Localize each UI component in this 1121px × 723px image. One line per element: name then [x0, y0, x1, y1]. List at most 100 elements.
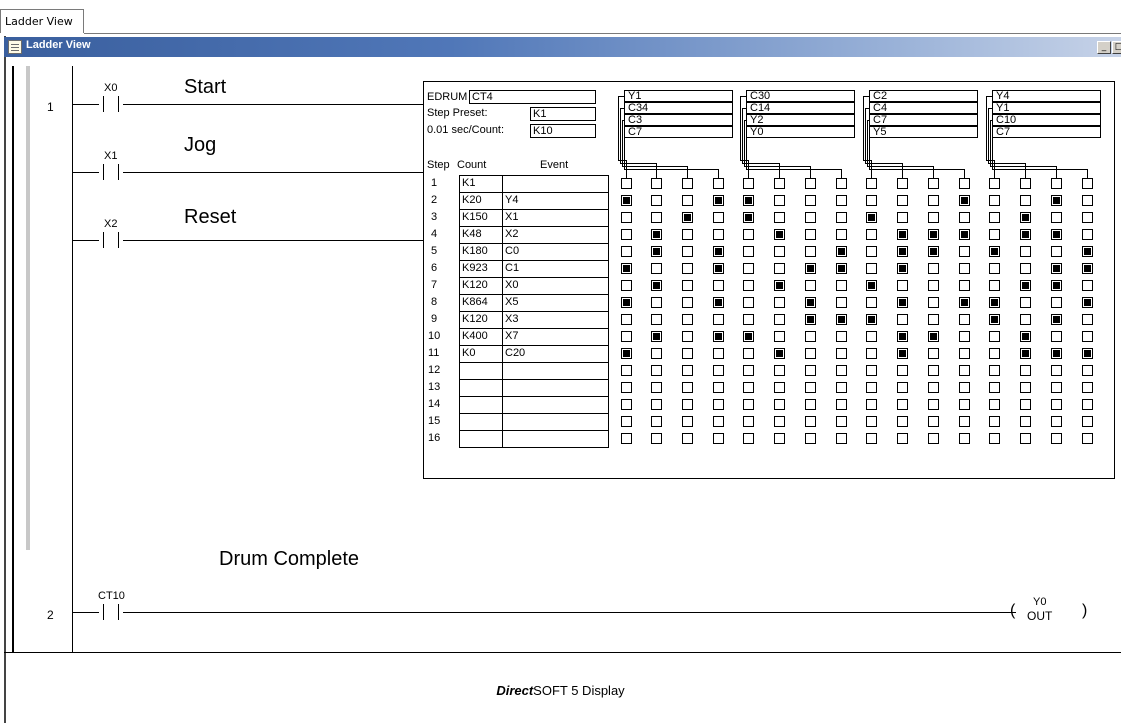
output-bit-off[interactable] — [1020, 416, 1031, 427]
output-bit-on[interactable] — [1051, 280, 1062, 291]
output-address-box[interactable]: C14 — [746, 102, 855, 114]
output-bit-off[interactable] — [836, 229, 847, 240]
output-bit-off[interactable] — [866, 365, 877, 376]
output-bit-off[interactable] — [959, 382, 970, 393]
output-bit-off[interactable] — [959, 178, 970, 189]
output-bit-off[interactable] — [1020, 433, 1031, 444]
step-event-cell[interactable]: X7 — [502, 328, 609, 346]
output-bit-on[interactable] — [1051, 229, 1062, 240]
output-bit-off[interactable] — [651, 382, 662, 393]
output-bit-off[interactable] — [897, 280, 908, 291]
output-bit-off[interactable] — [621, 229, 632, 240]
output-bit-on[interactable] — [928, 331, 939, 342]
output-bit-off[interactable] — [805, 229, 816, 240]
output-bit-off[interactable] — [774, 416, 785, 427]
step-event-cell[interactable] — [502, 396, 609, 414]
output-bit-off[interactable] — [866, 297, 877, 308]
output-bit-off[interactable] — [774, 195, 785, 206]
output-bit-off[interactable] — [713, 229, 724, 240]
output-bit-off[interactable] — [805, 212, 816, 223]
output-bit-on[interactable] — [713, 331, 724, 342]
output-bit-off[interactable] — [743, 365, 754, 376]
output-bit-off[interactable] — [774, 314, 785, 325]
output-bit-off[interactable] — [805, 331, 816, 342]
output-bit-off[interactable] — [621, 314, 632, 325]
output-bit-off[interactable] — [928, 280, 939, 291]
step-event-cell[interactable]: C1 — [502, 260, 609, 278]
step-count-cell[interactable] — [459, 413, 503, 431]
output-bit-off[interactable] — [651, 314, 662, 325]
output-bit-off[interactable] — [743, 314, 754, 325]
output-bit-off[interactable] — [897, 399, 908, 410]
output-bit-off[interactable] — [1051, 399, 1062, 410]
counter-field[interactable]: CT4 — [469, 90, 596, 104]
output-bit-off[interactable] — [682, 280, 693, 291]
output-bit-off[interactable] — [989, 195, 1000, 206]
output-bit-on[interactable] — [1051, 314, 1062, 325]
output-bit-on[interactable] — [805, 263, 816, 274]
output-bit-off[interactable] — [774, 331, 785, 342]
output-bit-on[interactable] — [836, 246, 847, 257]
output-bit-off[interactable] — [805, 399, 816, 410]
output-bit-on[interactable] — [989, 297, 1000, 308]
output-bit-off[interactable] — [713, 212, 724, 223]
output-bit-off[interactable] — [621, 365, 632, 376]
output-bit-off[interactable] — [836, 178, 847, 189]
output-bit-off[interactable] — [713, 365, 724, 376]
output-bit-on[interactable] — [743, 212, 754, 223]
step-event-cell[interactable]: Y4 — [502, 192, 609, 210]
output-bit-off[interactable] — [836, 212, 847, 223]
output-bit-off[interactable] — [928, 433, 939, 444]
output-bit-on[interactable] — [1082, 297, 1093, 308]
output-bit-off[interactable] — [651, 212, 662, 223]
output-bit-off[interactable] — [897, 178, 908, 189]
step-preset-field[interactable]: K1 — [530, 107, 596, 121]
output-bit-off[interactable] — [1020, 178, 1031, 189]
step-count-cell[interactable]: K864 — [459, 294, 503, 312]
output-bit-off[interactable] — [989, 212, 1000, 223]
output-bit-off[interactable] — [621, 331, 632, 342]
output-bit-off[interactable] — [651, 348, 662, 359]
output-bit-off[interactable] — [928, 297, 939, 308]
output-bit-off[interactable] — [621, 382, 632, 393]
output-bit-on[interactable] — [1051, 195, 1062, 206]
output-bit-off[interactable] — [1082, 382, 1093, 393]
output-bit-off[interactable] — [1082, 280, 1093, 291]
output-bit-off[interactable] — [621, 416, 632, 427]
output-bit-off[interactable] — [743, 399, 754, 410]
output-bit-off[interactable] — [989, 399, 1000, 410]
output-bit-off[interactable] — [743, 382, 754, 393]
output-bit-off[interactable] — [743, 246, 754, 257]
contact-x2[interactable] — [99, 232, 123, 248]
output-bit-off[interactable] — [682, 263, 693, 274]
step-count-cell[interactable] — [459, 379, 503, 397]
output-bit-off[interactable] — [651, 365, 662, 376]
output-bit-off[interactable] — [897, 416, 908, 427]
output-bit-off[interactable] — [743, 433, 754, 444]
output-bit-on[interactable] — [836, 263, 847, 274]
output-bit-off[interactable] — [1082, 416, 1093, 427]
output-bit-on[interactable] — [774, 229, 785, 240]
output-bit-off[interactable] — [805, 178, 816, 189]
output-bit-on[interactable] — [1020, 280, 1031, 291]
output-address-box[interactable]: C7 — [992, 126, 1101, 138]
output-bit-off[interactable] — [682, 433, 693, 444]
output-address-box[interactable]: Y5 — [869, 126, 978, 138]
output-bit-on[interactable] — [897, 297, 908, 308]
output-bit-off[interactable] — [1051, 297, 1062, 308]
output-bit-off[interactable] — [989, 331, 1000, 342]
output-bit-off[interactable] — [774, 433, 785, 444]
output-bit-off[interactable] — [989, 280, 1000, 291]
step-event-cell[interactable]: C0 — [502, 243, 609, 261]
coil-y0[interactable]: ( ) — [1010, 602, 1100, 624]
output-bit-off[interactable] — [805, 382, 816, 393]
output-bit-off[interactable] — [928, 314, 939, 325]
output-bit-off[interactable] — [1020, 365, 1031, 376]
output-bit-on[interactable] — [651, 229, 662, 240]
output-bit-off[interactable] — [989, 229, 1000, 240]
output-bit-off[interactable] — [1051, 365, 1062, 376]
output-bit-off[interactable] — [959, 212, 970, 223]
output-bit-off[interactable] — [866, 399, 877, 410]
step-count-cell[interactable]: K180 — [459, 243, 503, 261]
output-bit-on[interactable] — [1020, 348, 1031, 359]
